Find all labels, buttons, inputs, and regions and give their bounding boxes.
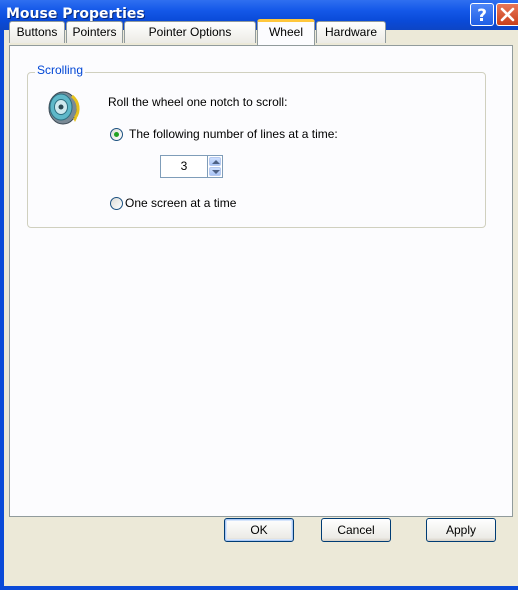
spin-up-button[interactable]: [209, 157, 221, 166]
mouse-properties-window: Mouse Properties ? Buttons Pointers Poin…: [0, 0, 518, 590]
ok-button[interactable]: OK: [224, 518, 294, 542]
scroll-instruction-text: Roll the wheel one notch to scroll:: [108, 95, 288, 109]
option-lines-label[interactable]: The following number of lines at a time:: [129, 127, 338, 141]
cancel-button[interactable]: Cancel: [321, 518, 391, 542]
tab-pointer-options[interactable]: Pointer Options: [124, 21, 256, 43]
mouse-wheel-icon: [48, 91, 80, 125]
lines-count-input[interactable]: 3: [160, 155, 208, 178]
arrow-down-icon: [212, 170, 220, 174]
arrow-up-icon: [212, 160, 220, 164]
tab-wheel[interactable]: Wheel: [257, 19, 315, 45]
tab-buttons-label: Buttons: [16, 25, 58, 39]
tab-wheel-label: Wheel: [268, 25, 303, 39]
svg-text:?: ?: [477, 6, 487, 25]
lines-spinner: [208, 155, 223, 178]
spin-down-button[interactable]: [209, 167, 221, 176]
option-screen-label[interactable]: One screen at a time: [125, 196, 236, 210]
window-title: Mouse Properties: [6, 6, 145, 22]
close-x-icon: [500, 7, 515, 22]
tab-hardware-label: Hardware: [324, 25, 378, 39]
apply-button[interactable]: Apply: [426, 518, 496, 542]
tab-hardware[interactable]: Hardware: [316, 21, 386, 43]
radio-one-screen[interactable]: [110, 197, 123, 210]
close-button[interactable]: [496, 3, 518, 26]
help-question-icon: ?: [477, 6, 487, 25]
radio-lines-at-a-time[interactable]: [110, 128, 123, 141]
tab-pointer-options-label: Pointer Options: [148, 25, 232, 39]
tab-buttons[interactable]: Buttons: [9, 21, 65, 43]
scrolling-group-label: Scrolling: [35, 63, 86, 77]
radio-selected-dot: [114, 132, 119, 137]
tab-pointers-label: Pointers: [72, 25, 117, 39]
help-button[interactable]: ?: [470, 3, 494, 26]
tab-pointers[interactable]: Pointers: [66, 21, 123, 43]
